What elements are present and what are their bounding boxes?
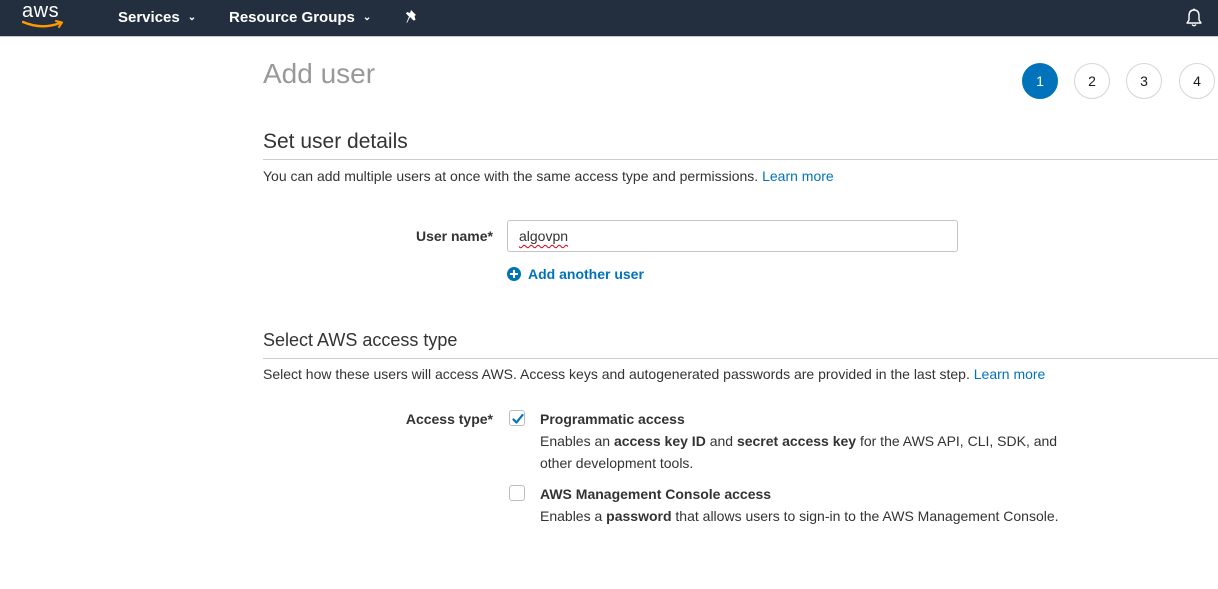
desc-text: Enables an — [540, 433, 614, 449]
resource-groups-menu[interactable]: Resource Groups ⌄ — [229, 0, 371, 36]
aws-smile-icon — [22, 20, 63, 28]
checkmark-icon — [512, 413, 524, 424]
page-title: Add user — [263, 58, 376, 89]
step-1[interactable]: 1 — [1022, 63, 1058, 99]
console-access-checkbox[interactable] — [509, 485, 525, 501]
user-details-description-text: You can add multiple users at once with … — [263, 168, 759, 184]
desc-text: that allows users to sign-in to the AWS … — [671, 508, 1059, 524]
top-navigation-bar: aws Services ⌄ Resource Groups ⌄ — [0, 0, 1218, 37]
access-type-heading: Select AWS access type — [263, 330, 458, 350]
chevron-down-icon: ⌄ — [187, 12, 197, 23]
step-4[interactable]: 4 — [1179, 63, 1215, 99]
section-divider — [263, 358, 1218, 359]
programmatic-access-checkbox[interactable] — [509, 410, 525, 426]
add-another-user-button[interactable]: Add another user — [507, 265, 644, 283]
resource-groups-label: Resource Groups — [229, 9, 355, 26]
services-label: Services — [118, 9, 180, 26]
desc-bold: password — [606, 508, 672, 524]
step-3[interactable]: 3 — [1126, 63, 1162, 99]
learn-more-link[interactable]: Learn more — [762, 168, 834, 184]
pushpin-icon[interactable] — [405, 9, 421, 25]
access-type-description-text: Select how these users will access AWS. … — [263, 366, 970, 382]
desc-bold: access key ID — [613, 433, 706, 449]
bell-icon[interactable] — [1185, 8, 1203, 28]
set-user-details-heading: Set user details — [263, 130, 408, 153]
services-menu[interactable]: Services ⌄ — [118, 0, 196, 36]
console-access-description: Enables a password that allows users to … — [540, 505, 1100, 527]
desc-bold: secret access key — [736, 433, 857, 449]
user-details-description: You can add multiple users at once with … — [263, 168, 834, 184]
programmatic-access-description: Enables an access key ID and secret acce… — [540, 430, 1080, 474]
programmatic-access-title: Programmatic access — [540, 411, 685, 427]
aws-logo[interactable]: aws — [22, 0, 66, 32]
desc-text: and — [705, 433, 737, 449]
username-input[interactable]: algovpn — [507, 220, 958, 252]
chevron-down-icon: ⌄ — [362, 12, 372, 23]
learn-more-link[interactable]: Learn more — [974, 366, 1046, 382]
access-type-label: Access type* — [405, 411, 493, 427]
section-divider — [263, 159, 1218, 160]
step-2[interactable]: 2 — [1074, 63, 1110, 99]
username-label: User name* — [415, 228, 493, 244]
plus-circle-icon — [507, 267, 521, 281]
access-type-description: Select how these users will access AWS. … — [263, 366, 1045, 382]
username-value: algovpn — [519, 228, 569, 244]
console-access-title: AWS Management Console access — [540, 486, 772, 502]
desc-text: Enables a — [540, 508, 607, 524]
add-another-user-label: Add another user — [528, 266, 644, 282]
